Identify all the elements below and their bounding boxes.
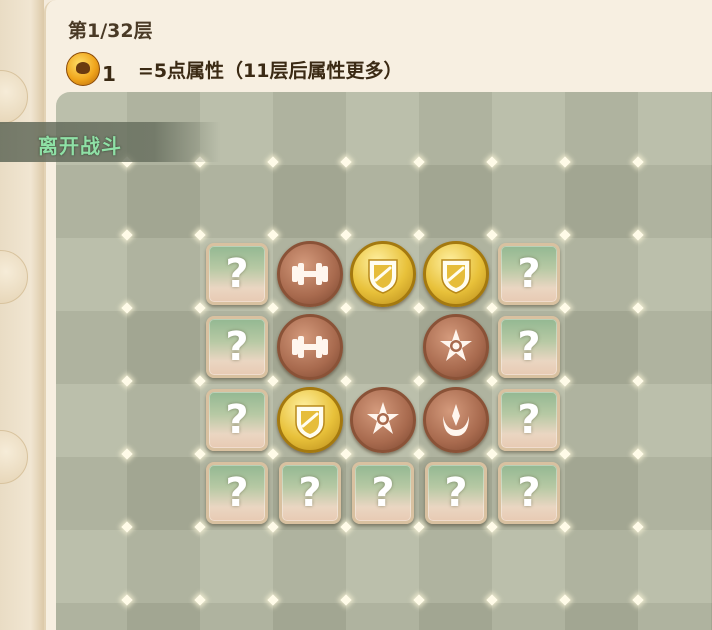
unknown-tile[interactable]: ?	[206, 462, 268, 524]
coin-count: 1	[102, 62, 116, 86]
unknown-tile[interactable]: ?	[498, 462, 560, 524]
question-mark-icon: ?	[517, 324, 541, 370]
question-mark-icon: ?	[517, 251, 541, 297]
shield-orb[interactable]	[277, 387, 343, 453]
board-grid	[56, 92, 712, 630]
unknown-tile[interactable]: ?	[352, 462, 414, 524]
border-ornament	[0, 70, 28, 124]
question-mark-icon: ?	[517, 470, 541, 516]
unknown-tile[interactable]: ?	[206, 389, 268, 451]
crescent-orb[interactable]	[423, 387, 489, 453]
left-decorative-border	[0, 0, 44, 630]
unknown-tile[interactable]: ?	[425, 462, 487, 524]
dungeon-board: ???????????	[56, 92, 712, 630]
unknown-tile[interactable]: ?	[498, 243, 560, 305]
unknown-tile[interactable]: ?	[498, 389, 560, 451]
star-orb[interactable]	[423, 314, 489, 380]
unknown-tile[interactable]: ?	[498, 316, 560, 378]
shield-orb[interactable]	[350, 241, 416, 307]
star-orb[interactable]	[350, 387, 416, 453]
question-mark-icon: ?	[225, 324, 249, 370]
border-ornament	[0, 430, 28, 484]
question-mark-icon: ?	[225, 397, 249, 443]
unknown-tile[interactable]: ?	[206, 316, 268, 378]
question-mark-icon: ?	[298, 470, 322, 516]
dumbbell-orb[interactable]	[277, 241, 343, 307]
question-mark-icon: ?	[517, 397, 541, 443]
unknown-tile[interactable]: ?	[206, 243, 268, 305]
leave-battle-button[interactable]: 离开战斗	[0, 122, 220, 162]
question-mark-icon: ?	[225, 251, 249, 297]
game-screen: 第1/32层 1 =5点属性（11层后属性更多） ??????????? 离开战…	[0, 0, 712, 630]
attribute-rate-text: =5点属性（11层后属性更多）	[137, 59, 403, 82]
border-ornament	[0, 250, 28, 304]
question-mark-icon: ?	[225, 470, 249, 516]
floor-progress-title: 第1/32层	[68, 20, 153, 42]
dumbbell-orb[interactable]	[277, 314, 343, 380]
leave-battle-label: 离开战斗	[38, 134, 122, 158]
unknown-tile[interactable]: ?	[279, 462, 341, 524]
shield-orb[interactable]	[423, 241, 489, 307]
question-mark-icon: ?	[371, 470, 395, 516]
attribute-exchange-info: 1 =5点属性（11层后属性更多）	[66, 52, 403, 86]
golden-bean-coin-icon	[66, 52, 100, 86]
question-mark-icon: ?	[444, 470, 468, 516]
